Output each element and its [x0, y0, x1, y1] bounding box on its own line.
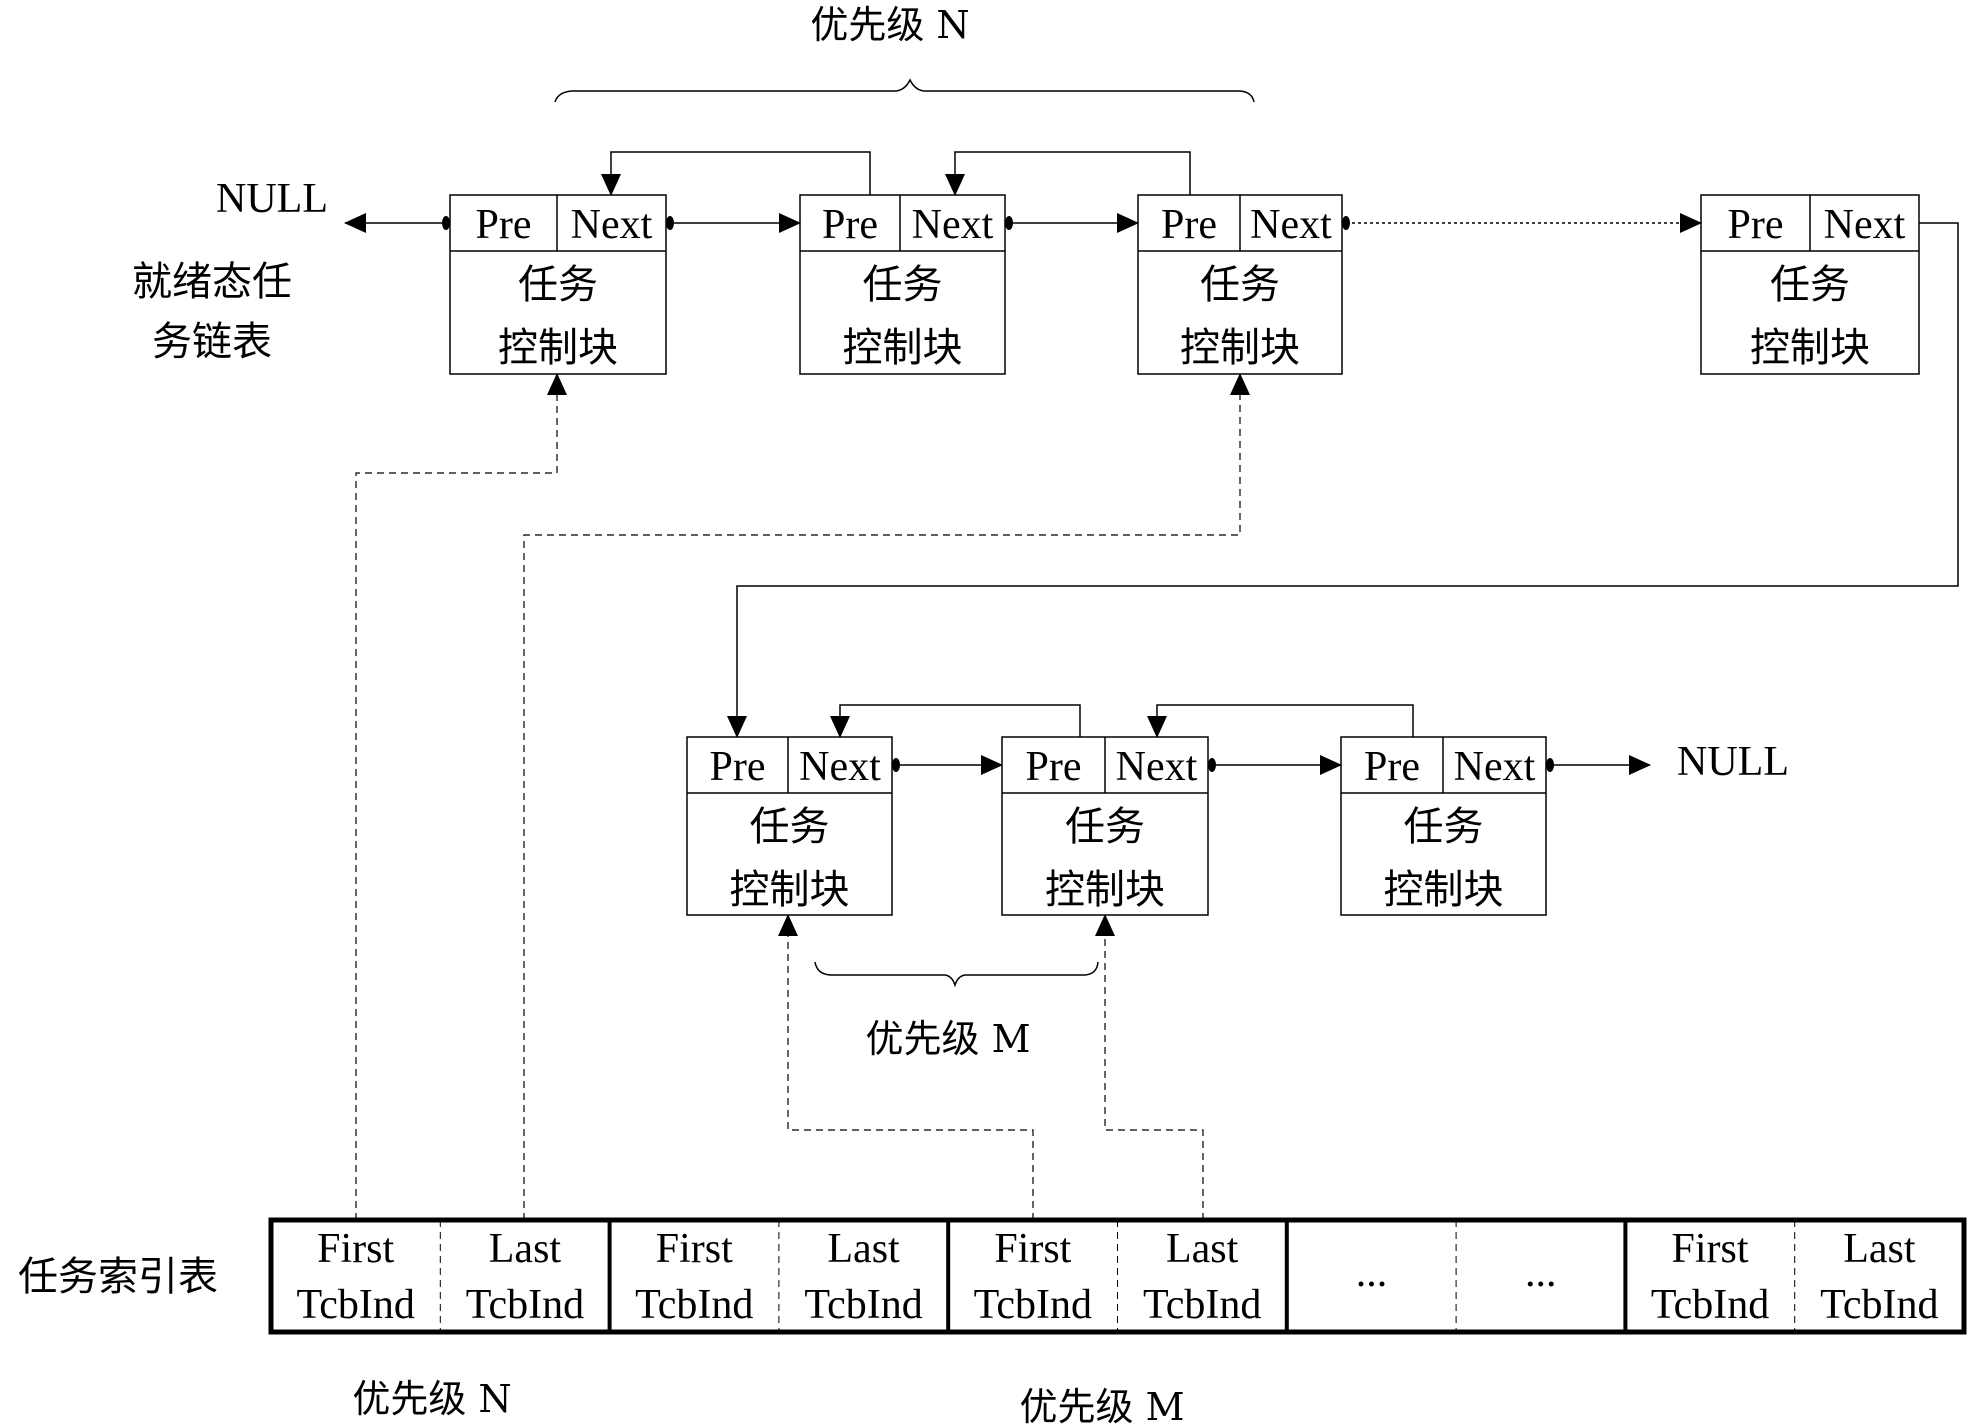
node-next-field: Next	[1454, 744, 1536, 790]
node-body-line1: 任务	[1404, 804, 1484, 850]
last-tcbind-cell: Last	[1843, 1226, 1916, 1272]
node-pre-field: Pre	[476, 202, 532, 248]
node-body-line1: 任务	[750, 804, 830, 850]
last-tcbind-cell: Last	[489, 1226, 562, 1272]
index-table-label: 任务索引表	[18, 1254, 218, 1300]
task-control-block-node: Pre Next 任务控制块	[799, 194, 1006, 375]
first-tcbind-cell: TcbInd	[296, 1282, 414, 1328]
first-tcb-pointer-m	[778, 914, 1034, 1220]
last-tcb-pointer-m	[1095, 914, 1204, 1220]
index-table: First TcbInd Last TcbInd First TcbInd Last TcbI…	[268, 1217, 1967, 1335]
ellipsis-cell: ...	[1525, 1250, 1557, 1296]
task-control-block-node: Pre Next 任务控制块	[1001, 736, 1209, 916]
node-pre-field: Pre	[1026, 744, 1082, 790]
node-body-line1: 任务	[1065, 804, 1145, 850]
node-body-line2: 控制块	[498, 325, 618, 371]
null-right-label: NULL	[1677, 739, 1789, 785]
priority-m-brace	[814, 961, 1099, 988]
first-tcbind-cell: TcbInd	[974, 1282, 1092, 1328]
last-tcbind-cell: TcbInd	[466, 1282, 584, 1328]
node-pre-field: Pre	[1161, 202, 1217, 248]
null-left-label: NULL	[216, 176, 328, 222]
pre-arrow	[1147, 704, 1414, 738]
nodes-layer: Pre Next任务控制块Pre Next任务控制块Pre Next任务控制块Pre N…	[449, 194, 1920, 916]
first-tcbind-cell: First	[656, 1226, 733, 1272]
node-body-line2: 控制块	[1045, 867, 1165, 913]
node-body-line1: 任务	[863, 262, 943, 308]
node-pre-field: Pre	[822, 202, 878, 248]
last-tcbind-cell: TcbInd	[1820, 1282, 1938, 1328]
first-tcbind-cell: First	[994, 1226, 1071, 1272]
node-body-line2: 控制块	[1180, 325, 1300, 371]
ready-list-label-line1: 就绪态任	[132, 259, 292, 305]
priority-m-middle-label: 优先级 M	[866, 1017, 1031, 1061]
task-control-block-node: Pre Next 任务控制块	[1340, 736, 1547, 916]
task-control-block-node: Pre Next 任务控制块	[449, 194, 667, 375]
node-pre-field: Pre	[1728, 202, 1784, 248]
node-next-field: Next	[571, 202, 653, 248]
diagram-canvas: 优先级 N NULL 就绪态任 务链表 NULL 优先级 M 任务索引表 优先级…	[18, 3, 1967, 1428]
last-tcbind-cell: Last	[827, 1226, 900, 1272]
last-tcbind-cell: TcbInd	[1143, 1282, 1261, 1328]
task-control-block-node: Pre Next 任务控制块	[1700, 194, 1920, 375]
task-control-block-node: Pre Next 任务控制块	[1137, 194, 1343, 375]
node-next-field: Next	[912, 202, 994, 248]
node-next-field: Next	[1824, 202, 1906, 248]
last-tcbind-cell: TcbInd	[804, 1282, 922, 1328]
priority-n-bottom-label: 优先级 N	[352, 1377, 511, 1421]
node-pre-field: Pre	[710, 744, 766, 790]
node-next-field: Next	[799, 744, 881, 790]
node-body-line2: 控制块	[1384, 867, 1504, 913]
first-tcbind-cell: TcbInd	[635, 1282, 753, 1328]
first-tcbind-cell: TcbInd	[1651, 1282, 1769, 1328]
node-body-line2: 控制块	[730, 867, 850, 913]
node-pre-field: Pre	[1364, 744, 1420, 790]
last-tcbind-cell: Last	[1166, 1226, 1239, 1272]
pre-arrow	[830, 704, 1081, 738]
ready-list-label-line2: 务链表	[152, 319, 272, 365]
node-next-field: Next	[1116, 744, 1198, 790]
ellipsis-cell: ...	[1356, 1250, 1388, 1296]
priority-n-top-label: 优先级 N	[810, 3, 969, 47]
node-body-line1: 任务	[1770, 262, 1850, 308]
first-tcbind-cell: First	[317, 1226, 394, 1272]
first-tcb-pointer-n	[355, 373, 567, 1220]
priority-n-brace	[554, 78, 1255, 103]
node-next-field: Next	[1250, 202, 1332, 248]
pre-arrow	[945, 151, 1191, 196]
node-body-line2: 控制块	[843, 325, 963, 371]
node-body-line1: 任务	[1200, 262, 1280, 308]
first-tcbind-cell: First	[1672, 1226, 1749, 1272]
node-body-line2: 控制块	[1750, 325, 1870, 371]
task-control-block-node: Pre Next 任务控制块	[686, 736, 893, 916]
node-body-line1: 任务	[518, 262, 598, 308]
pre-arrow	[601, 151, 871, 196]
priority-m-bottom-label: 优先级 M	[1020, 1385, 1185, 1428]
